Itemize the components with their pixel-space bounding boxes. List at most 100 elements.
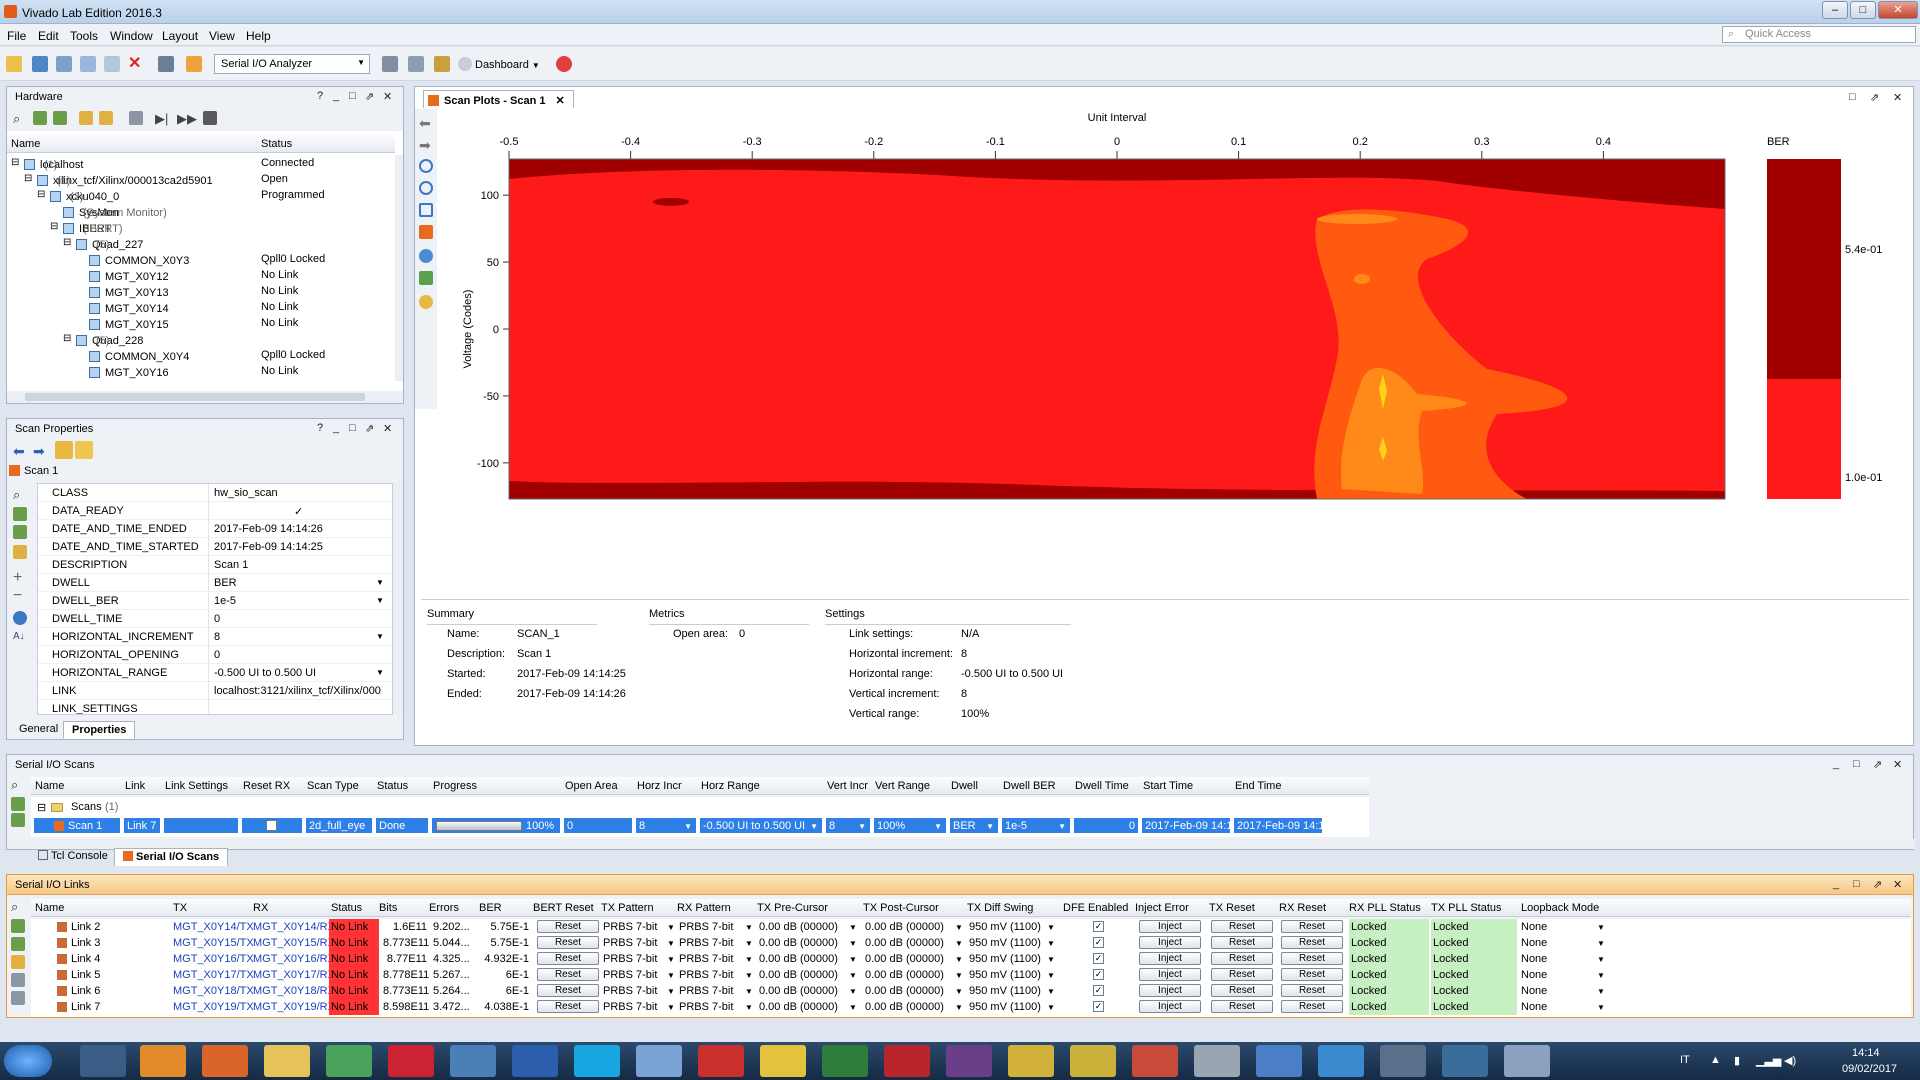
add-icon[interactable]: + xyxy=(13,569,27,586)
taskbar-app9-icon[interactable] xyxy=(1318,1045,1364,1077)
chevron-down-icon[interactable]: ▼ xyxy=(667,1003,675,1012)
help-icon[interactable]: ? xyxy=(317,90,323,102)
menu-view[interactable]: View xyxy=(209,29,235,43)
links-col-header[interactable]: Status xyxy=(331,902,362,914)
chevron-down-icon[interactable]: ▼ xyxy=(849,939,857,948)
zoom-fit-icon[interactable] xyxy=(419,203,433,217)
dfe-enabled-checkbox[interactable]: ✓ xyxy=(1093,921,1104,932)
expand-icon[interactable]: ⊟ xyxy=(37,801,46,814)
scans-col-header[interactable]: Vert Incr xyxy=(827,780,868,792)
loopback-mode[interactable]: None xyxy=(1521,953,1547,965)
expand-icon[interactable]: ⊟ xyxy=(11,157,19,168)
scans-col-header[interactable]: Progress xyxy=(433,780,477,792)
link-rx[interactable]: MGT_X0Y15/RX xyxy=(253,937,335,949)
link-rx[interactable]: MGT_X0Y18/RX xyxy=(253,985,335,997)
chevron-down-icon[interactable]: ▼ xyxy=(1597,971,1605,980)
group-icon[interactable] xyxy=(13,545,27,559)
tab-general[interactable]: General xyxy=(11,721,66,739)
tx-pre-cursor[interactable]: 0.00 dB (00000) xyxy=(759,985,838,997)
minimize-button[interactable]: – xyxy=(1822,1,1848,19)
chevron-down-icon[interactable]: ▼ xyxy=(1047,923,1055,932)
link-row[interactable]: Link 3 MGT_X0Y15/TX MGT_X0Y15/RX No Link 8.7… xyxy=(31,935,1911,951)
scans-hscroll[interactable] xyxy=(7,839,1915,849)
link-row[interactable]: Link 5 MGT_X0Y17/TX MGT_X0Y17/RX No Link 8.7… xyxy=(31,967,1911,983)
restore-icon[interactable]: □ xyxy=(349,422,356,434)
links-col-header[interactable]: BER xyxy=(479,902,502,914)
taskbar-app-icon[interactable] xyxy=(388,1045,434,1077)
inject-error-button[interactable]: Inject xyxy=(1139,968,1201,981)
tx-pattern[interactable]: PRBS 7-bit xyxy=(603,937,657,949)
taskbar-firefox-icon[interactable] xyxy=(202,1045,248,1077)
scan-cell[interactable]: 100% xyxy=(431,817,561,834)
property-row[interactable]: DWELL_BER 1e-5 ▼ xyxy=(38,592,392,610)
expand-icon[interactable]: ⊟ xyxy=(63,237,71,248)
search-icon[interactable]: ⌕ xyxy=(13,487,27,502)
chevron-down-icon[interactable]: ▼ xyxy=(745,971,753,980)
rx-reset-button[interactable]: Reset xyxy=(1281,968,1343,981)
menu-window[interactable]: Window xyxy=(110,29,153,43)
taskbar-app10-icon[interactable] xyxy=(1380,1045,1426,1077)
scan-cell[interactable]: -0.500 UI to 0.500 UI ▼ xyxy=(699,817,823,834)
scans-col-header[interactable]: Scan Type xyxy=(307,780,359,792)
chevron-down-icon[interactable]: ▼ xyxy=(745,939,753,948)
tx-reset-button[interactable]: Reset xyxy=(1211,952,1273,965)
tx-reset-button[interactable]: Reset xyxy=(1211,1000,1273,1013)
menu-layout[interactable]: Layout xyxy=(162,29,198,43)
bert-reset-button[interactable]: Reset xyxy=(537,936,599,949)
hardware-row[interactable]: MGT_X0Y13 No Link xyxy=(7,283,395,299)
tx-reset-button[interactable]: Reset xyxy=(1211,936,1273,949)
hardware-row[interactable]: MGT_X0Y12 No Link xyxy=(7,267,395,283)
tx-pattern[interactable]: PRBS 7-bit xyxy=(603,921,657,933)
tx-diff-swing[interactable]: 950 mV (1100) xyxy=(969,937,1041,949)
property-row[interactable]: LINK localhost:3121/xilinx_tcf/Xilinx/000 xyxy=(38,682,392,700)
minimize-icon[interactable]: _ xyxy=(1833,758,1839,770)
rx-reset-button[interactable]: Reset xyxy=(1281,1000,1343,1013)
pin-icon[interactable] xyxy=(434,56,450,72)
taskbar-calculator-icon[interactable] xyxy=(636,1045,682,1077)
search-icon[interactable]: ⌕ xyxy=(11,899,25,914)
start-button[interactable] xyxy=(4,1045,52,1077)
taskbar-chrome-icon[interactable] xyxy=(326,1045,372,1077)
scans-col-header[interactable]: Horz Incr xyxy=(637,780,682,792)
scans-col-header[interactable]: Dwell xyxy=(951,780,978,792)
volume-icon[interactable]: ◀) xyxy=(1784,1054,1796,1067)
property-row[interactable]: DWELL BER ▼ xyxy=(38,574,392,592)
minimize-icon[interactable]: _ xyxy=(1833,878,1839,890)
link-row[interactable]: Link 7 MGT_X0Y19/TX MGT_X0Y19/RX No Link 8.5… xyxy=(31,999,1911,1015)
tx-diff-swing[interactable]: 950 mV (1100) xyxy=(969,1001,1041,1013)
paste-icon[interactable] xyxy=(104,56,120,72)
dfe-enabled-checkbox[interactable]: ✓ xyxy=(1093,1001,1104,1012)
link-tx[interactable]: MGT_X0Y19/TX xyxy=(173,1001,254,1013)
scan-cell[interactable]: 8 ▼ xyxy=(635,817,697,834)
property-row[interactable]: CLASS hw_sio_scan xyxy=(38,484,392,502)
tab-tcl-console[interactable]: Tcl Console xyxy=(30,848,116,866)
chevron-down-icon[interactable]: ▼ xyxy=(376,668,384,677)
dfe-enabled-checkbox[interactable]: ✓ xyxy=(1093,953,1104,964)
tx-diff-swing[interactable]: 950 mV (1100) xyxy=(969,921,1041,933)
forward-arrow-icon[interactable]: ➡ xyxy=(419,137,433,153)
chevron-down-icon[interactable]: ▼ xyxy=(1047,987,1055,996)
taskbar-media-icon[interactable] xyxy=(140,1045,186,1077)
settings-icon[interactable] xyxy=(158,56,174,72)
links-col-header[interactable]: BERT Reset xyxy=(533,902,594,914)
float-icon[interactable]: ⇗ xyxy=(1870,91,1879,104)
tx-pattern[interactable]: PRBS 7-bit xyxy=(603,953,657,965)
tx-pre-cursor[interactable]: 0.00 dB (00000) xyxy=(759,921,838,933)
close-button[interactable]: ✕ xyxy=(1878,1,1918,19)
chevron-down-icon[interactable]: ▼ xyxy=(667,971,675,980)
chevron-down-icon[interactable]: ▼ xyxy=(684,822,692,831)
hardware-row[interactable]: ⊟ Quad_227 (5) xyxy=(7,235,395,251)
expand-icon[interactable]: ⊟ xyxy=(24,173,32,184)
chevron-down-icon[interactable]: ▼ xyxy=(1597,955,1605,964)
tx-pattern[interactable]: PRBS 7-bit xyxy=(603,985,657,997)
link-tx[interactable]: MGT_X0Y15/TX xyxy=(173,937,254,949)
taskbar-apps-icon[interactable] xyxy=(80,1045,126,1077)
run-all-icon[interactable]: ▶▶ xyxy=(177,111,197,126)
chevron-down-icon[interactable]: ▼ xyxy=(955,939,963,948)
links-col-header[interactable]: RX xyxy=(253,902,268,914)
chevron-down-icon[interactable]: ▼ xyxy=(810,822,818,831)
rescan-icon[interactable] xyxy=(419,249,433,263)
property-row[interactable]: DWELL_TIME 0 xyxy=(38,610,392,628)
bert-reset-button[interactable]: Reset xyxy=(537,952,599,965)
scans-col-header[interactable]: Status xyxy=(377,780,408,792)
